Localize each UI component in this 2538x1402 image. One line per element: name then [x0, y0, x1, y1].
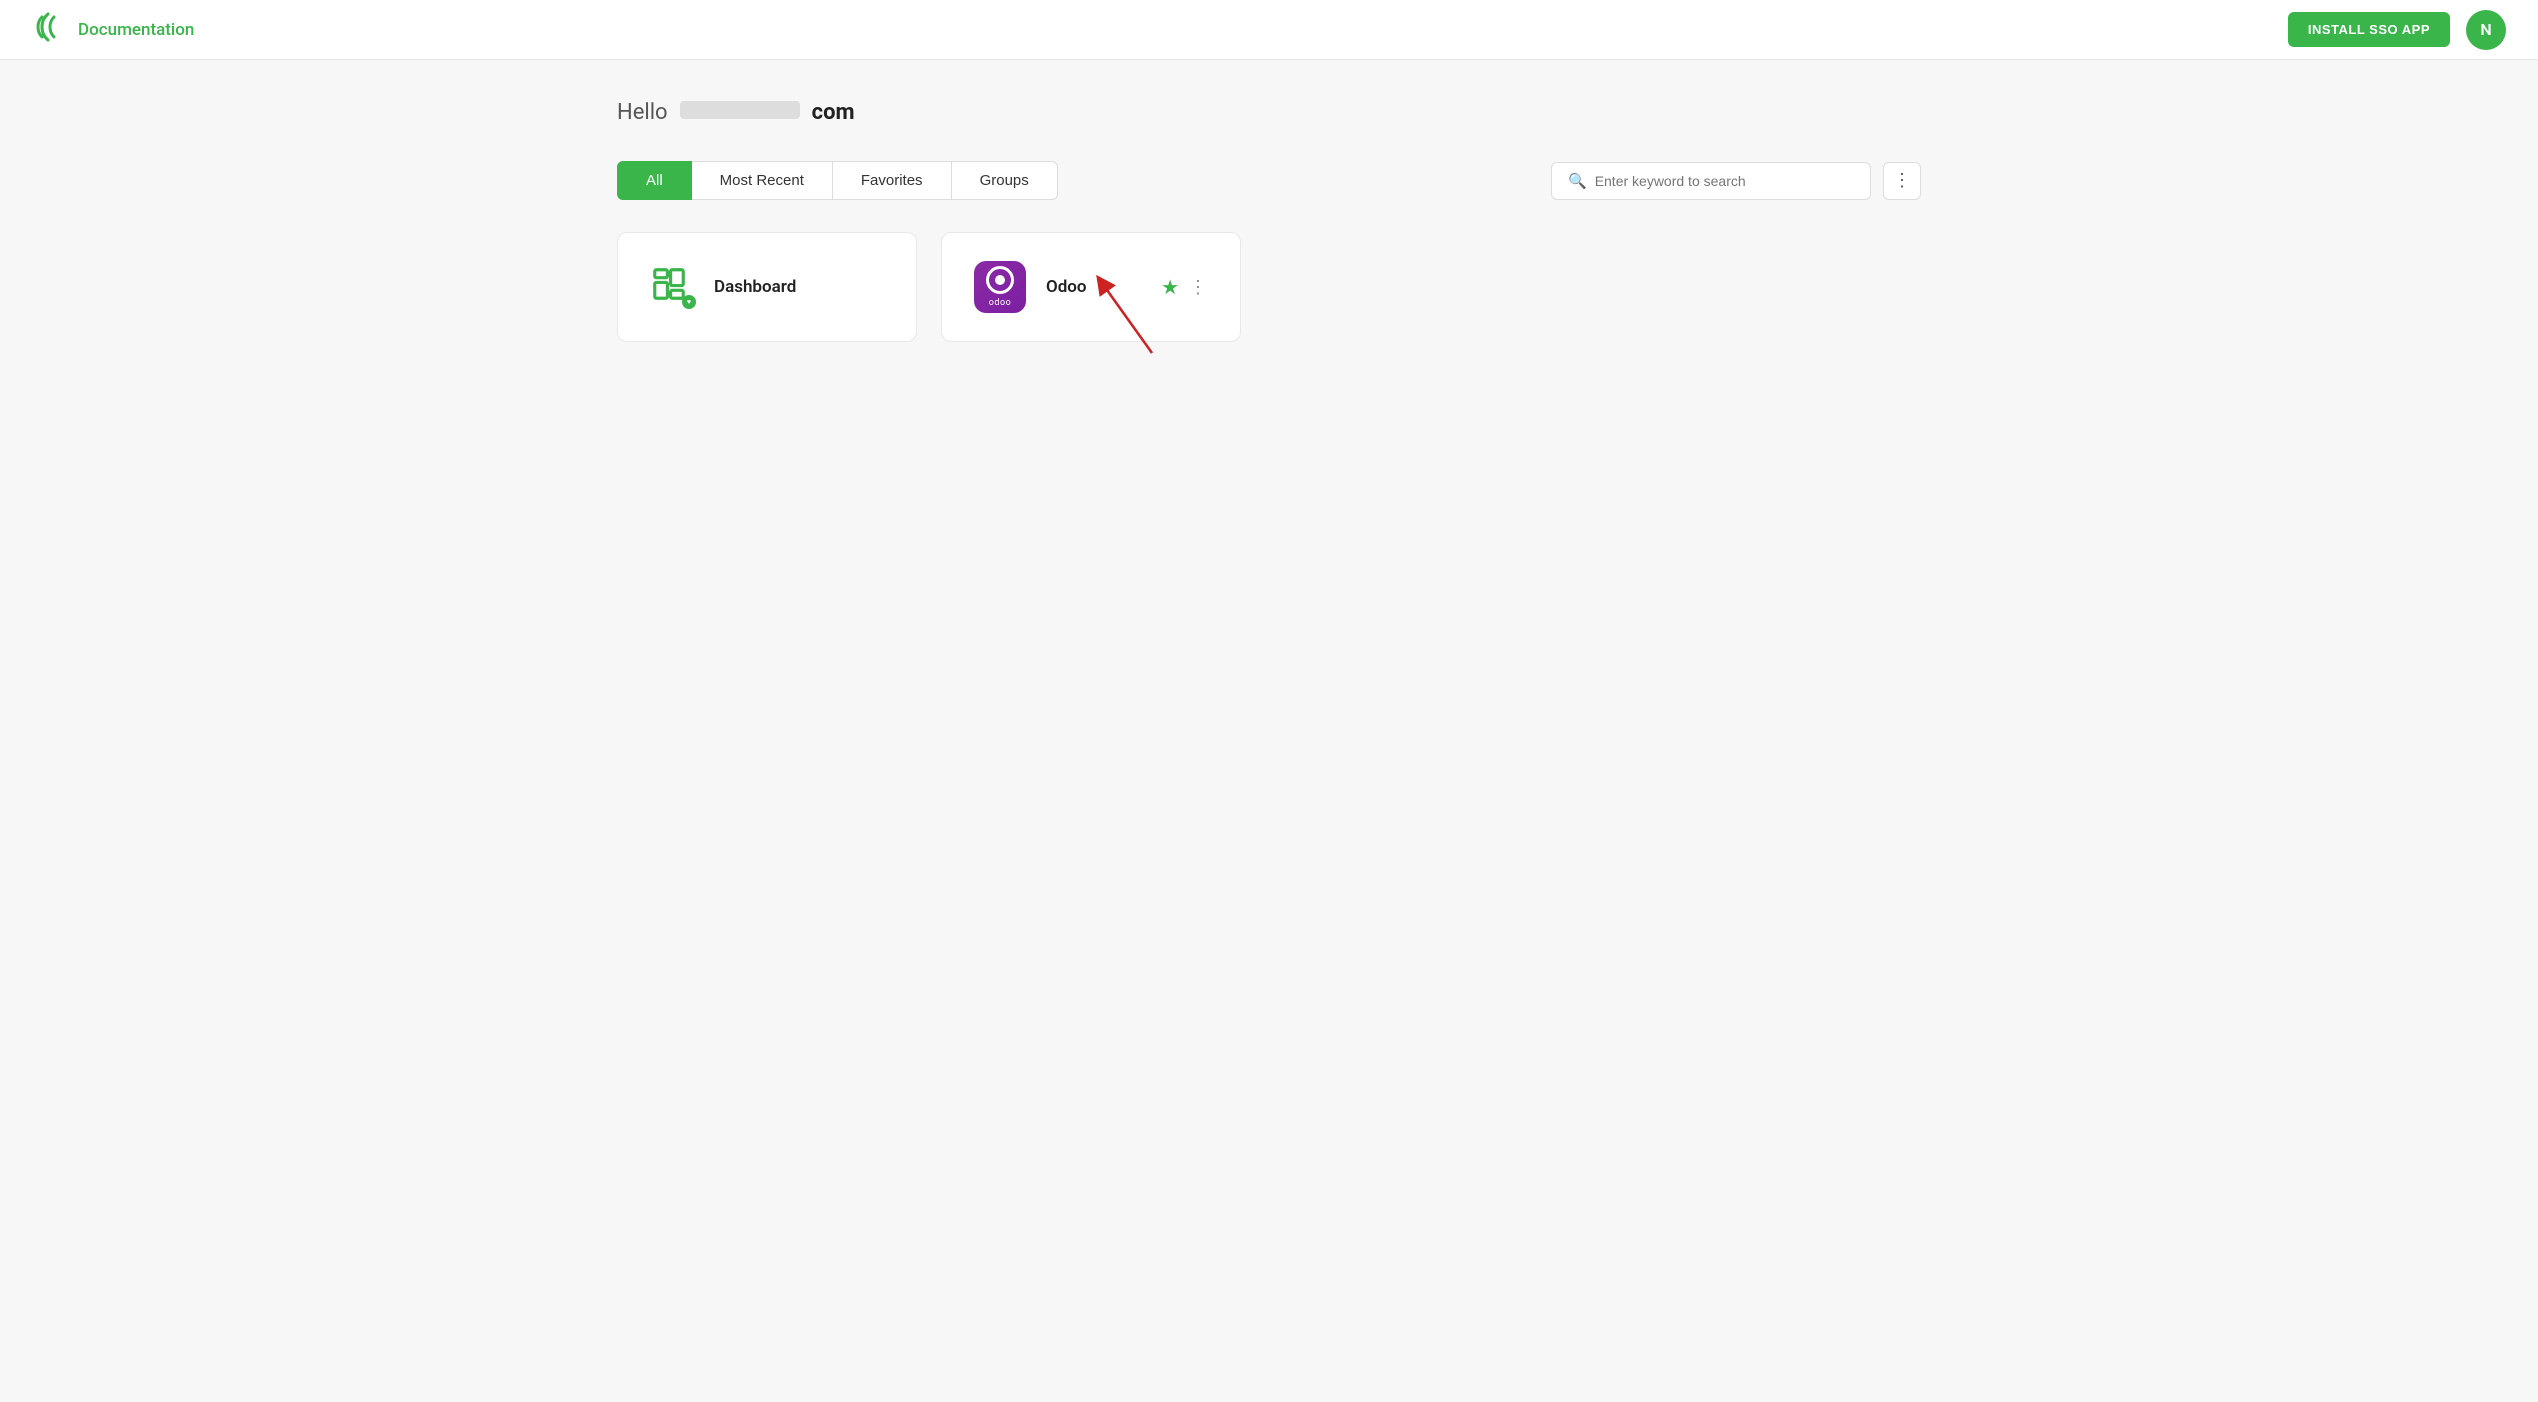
more-options-button[interactable]: ⋮	[1883, 162, 1921, 200]
dashboard-card[interactable]: Dashboard	[617, 232, 917, 342]
odoo-card-name: Odoo	[1046, 277, 1087, 297]
odoo-app-icon: odoo	[974, 261, 1026, 313]
dashboard-card-name: Dashboard	[714, 277, 796, 297]
search-area: 🔍 ⋮	[1551, 162, 1921, 200]
filter-row: All Most Recent Favorites Groups 🔍 ⋮	[617, 161, 1921, 200]
logo-area: Documentation	[32, 9, 194, 50]
odoo-card[interactable]: odoo Odoo ★ ⋮	[941, 232, 1241, 342]
search-input[interactable]	[1595, 173, 1854, 189]
tab-all[interactable]: All	[617, 161, 692, 200]
user-name-redacted	[680, 101, 800, 119]
more-options-icon[interactable]: ⋮	[1189, 277, 1208, 298]
red-arrow-annotation	[1072, 243, 1192, 363]
main-content: Hello com All Most Recent Favorites Grou…	[569, 60, 1969, 382]
greeting-section: Hello com	[617, 100, 1921, 125]
filter-tabs: All Most Recent Favorites Groups	[617, 161, 1058, 200]
tab-most-recent[interactable]: Most Recent	[692, 161, 833, 200]
dashboard-icon	[650, 265, 694, 309]
odoo-text-label: odoo	[989, 298, 1011, 308]
favorite-star-icon[interactable]: ★	[1161, 275, 1179, 299]
odoo-card-meta: ★ ⋮	[1161, 275, 1208, 299]
navbar-actions: INSTALL SSO APP N	[2288, 10, 2506, 50]
dashboard-badge	[682, 295, 696, 309]
vertical-dots-icon: ⋮	[1893, 170, 1911, 191]
avatar[interactable]: N	[2466, 10, 2506, 50]
odoo-icon-inner: odoo	[986, 266, 1014, 308]
hello-label: Hello	[617, 100, 668, 125]
tab-favorites[interactable]: Favorites	[833, 161, 952, 200]
logo-icon	[32, 9, 68, 50]
cards-grid: Dashboard odoo Odoo ★ ⋮	[617, 232, 1921, 342]
search-icon: 🔍	[1568, 172, 1587, 190]
search-box: 🔍	[1551, 162, 1871, 200]
cards-wrapper: Dashboard odoo Odoo ★ ⋮	[617, 232, 1921, 342]
tab-groups[interactable]: Groups	[952, 161, 1058, 200]
brand-label: Documentation	[78, 20, 194, 40]
install-sso-button[interactable]: INSTALL SSO APP	[2288, 12, 2450, 47]
domain-label: com	[812, 100, 855, 125]
navbar: Documentation INSTALL SSO APP N	[0, 0, 2538, 60]
